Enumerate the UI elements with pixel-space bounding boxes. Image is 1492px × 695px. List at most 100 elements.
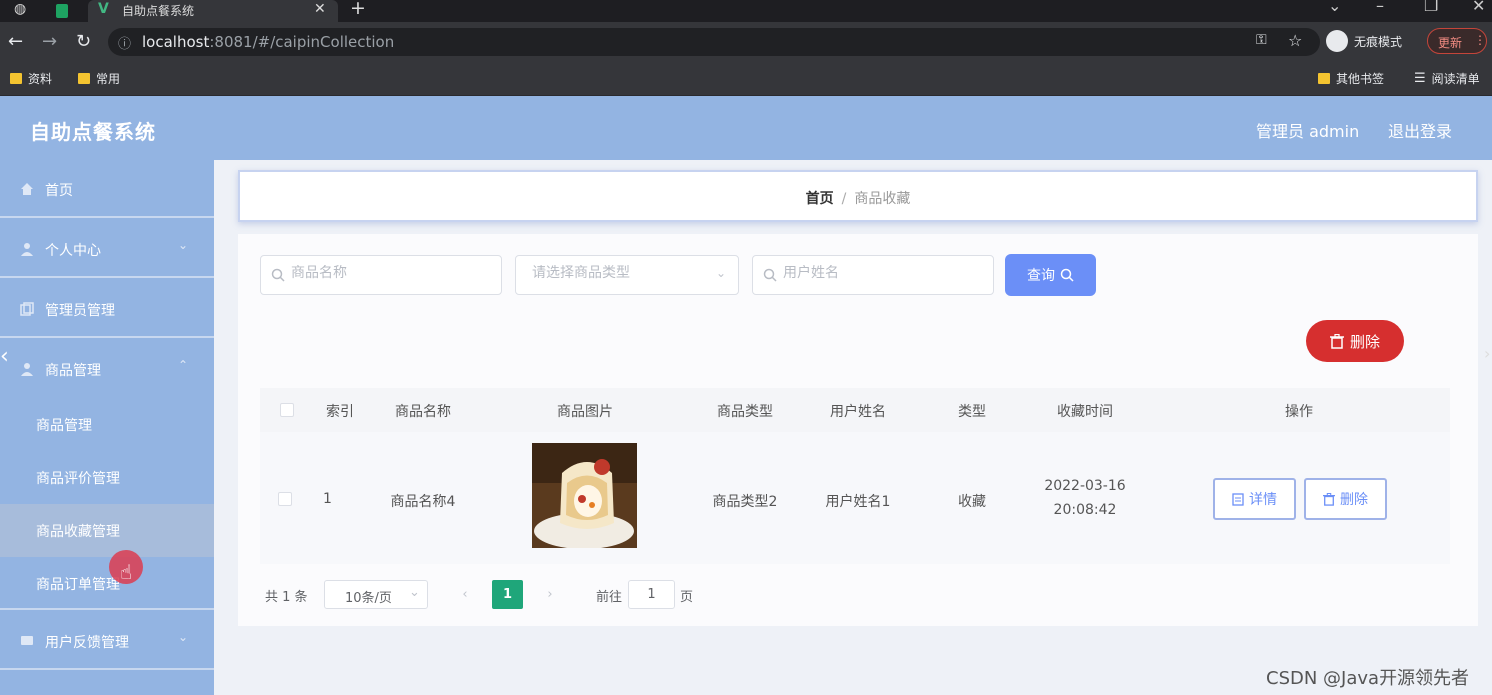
detail-button[interactable]: 详情 bbox=[1213, 478, 1296, 520]
browser-tab-active[interactable]: V 自助点餐系统 ✕ bbox=[88, 0, 338, 22]
next-page-icon[interactable]: › bbox=[536, 580, 564, 609]
copy-icon bbox=[20, 302, 34, 316]
chevron-down-icon: ⌄ bbox=[178, 630, 189, 644]
query-button[interactable]: 查询 bbox=[1005, 254, 1096, 296]
app-header: 自助点餐系统 管理员 admin 退出登录 bbox=[0, 96, 1492, 160]
sidebar-subitem-goods[interactable]: 商品管理 bbox=[0, 398, 214, 451]
row-checkbox[interactable] bbox=[278, 492, 292, 506]
goods-name-search[interactable] bbox=[260, 255, 502, 295]
bulk-delete-label: 删除 bbox=[1349, 332, 1380, 351]
column-header: 商品类型 bbox=[717, 404, 773, 420]
folder-icon bbox=[1318, 73, 1330, 84]
row-kind: 收藏 bbox=[958, 494, 986, 510]
sidebar-subitem-orders[interactable]: 商品订单管理 bbox=[0, 557, 214, 610]
sidebar-item-feedback[interactable]: 用户反馈管理 ⌄ bbox=[0, 612, 214, 670]
row-goods-type: 商品类型2 bbox=[712, 494, 778, 510]
select-all-checkbox[interactable] bbox=[280, 403, 294, 417]
reading-list[interactable]: ☰ 阅读清单 bbox=[1414, 70, 1480, 87]
chevron-down-icon: ⌄ bbox=[715, 266, 726, 280]
reload-icon[interactable]: ↻ bbox=[76, 31, 91, 52]
chat-icon bbox=[21, 636, 33, 645]
column-header: 类型 bbox=[958, 404, 986, 420]
other-bookmarks[interactable]: 其他书签 bbox=[1318, 70, 1384, 87]
sidebar-subitem-collections[interactable]: 商品收藏管理 bbox=[0, 504, 214, 557]
forward-icon[interactable]: → bbox=[42, 31, 57, 52]
tab-close-icon[interactable]: ✕ bbox=[314, 1, 326, 17]
bookmarks-bar: 资料 常用 其他书签 ☰ 阅读清单 bbox=[0, 62, 1492, 96]
more-menu-icon[interactable]: ⋮ bbox=[1474, 33, 1486, 47]
user-name-input[interactable] bbox=[783, 265, 963, 281]
trash-icon bbox=[1329, 333, 1344, 349]
prev-page-icon[interactable]: ‹ bbox=[451, 580, 479, 609]
row-user-name: 用户姓名1 bbox=[825, 494, 891, 510]
new-tab-icon[interactable]: + bbox=[350, 0, 366, 19]
incognito-label: 无痕模式 bbox=[1354, 34, 1403, 49]
row-index: 1 bbox=[323, 491, 332, 507]
sheets-tab-icon[interactable] bbox=[56, 4, 68, 18]
bookmark-folder-0[interactable]: 资料 bbox=[10, 70, 52, 87]
sidebar-subitem-label: 商品管理 bbox=[36, 418, 92, 434]
column-header: 索引 bbox=[326, 404, 354, 420]
column-header: 用户姓名 bbox=[830, 404, 886, 420]
watermark: CSDN @Java开源领先者 bbox=[1266, 668, 1470, 689]
page-size-select[interactable]: 10条/页 ⌄ bbox=[324, 580, 428, 609]
url-text: localhost:8081/#/caipinCollection bbox=[142, 33, 395, 51]
folder-icon bbox=[78, 73, 90, 84]
breadcrumb-home[interactable]: 首页 bbox=[806, 191, 834, 207]
key-icon[interactable]: ⚿ bbox=[1256, 32, 1267, 48]
column-header: 商品名称 bbox=[395, 404, 451, 420]
star-icon[interactable]: ☆ bbox=[1288, 31, 1302, 50]
user-name-search[interactable] bbox=[752, 255, 994, 295]
bookmark-label: 常用 bbox=[96, 72, 121, 86]
breadcrumb-separator: / bbox=[841, 191, 847, 207]
incognito-indicator[interactable]: 无痕模式 bbox=[1326, 30, 1402, 52]
bookmark-folder-1[interactable]: 常用 bbox=[78, 70, 120, 87]
goto-page-input[interactable]: 1 bbox=[628, 580, 675, 609]
chevron-left-icon[interactable]: ‹ bbox=[0, 344, 9, 369]
chevron-down-icon: ⌄ bbox=[178, 238, 189, 252]
cake-image bbox=[532, 443, 637, 548]
search-icon bbox=[763, 268, 777, 282]
search-icon bbox=[271, 268, 285, 282]
update-label: 更新 bbox=[1438, 36, 1463, 50]
window-close-icon[interactable]: ✕ bbox=[1472, 0, 1485, 15]
info-icon[interactable]: ⓘ bbox=[118, 33, 131, 52]
row-delete-button[interactable]: 删除 bbox=[1304, 478, 1387, 520]
sidebar-item-goods[interactable]: 商品管理 ⌃ bbox=[0, 340, 214, 398]
browser-tab-bar: ◍ V 自助点餐系统 ✕ + ⌄ – ❐ ✕ bbox=[0, 0, 1492, 22]
sidebar-item-home[interactable]: 首页 bbox=[0, 160, 214, 218]
row-time: 20:08:42 bbox=[1053, 502, 1117, 518]
search-icon bbox=[1060, 268, 1074, 282]
detail-label: 详情 bbox=[1249, 492, 1277, 508]
row-date: 2022-03-16 bbox=[1044, 478, 1126, 494]
sidebar-item-profile[interactable]: 个人中心 ⌄ bbox=[0, 220, 214, 278]
goods-type-input[interactable] bbox=[532, 265, 712, 281]
chevron-right-icon[interactable]: › bbox=[1484, 344, 1490, 363]
globe-icon[interactable]: ◍ bbox=[14, 1, 26, 17]
sidebar-item-label: 管理员管理 bbox=[45, 303, 115, 319]
address-bar[interactable]: ⓘ localhost:8081/#/caipinCollection ⚿ ☆ bbox=[108, 28, 1320, 56]
page-unit-label: 页 bbox=[680, 590, 694, 605]
sidebar-subitem-reviews[interactable]: 商品评价管理 bbox=[0, 451, 214, 504]
tab-title: 自助点餐系统 bbox=[122, 4, 195, 18]
sidebar: 首页 个人中心 ⌄ 管理员管理 商品管理 ⌃ 商品管理 商品评价管理 商品收藏管… bbox=[0, 160, 214, 695]
bulk-delete-button[interactable]: 删除 bbox=[1306, 320, 1404, 362]
breadcrumb: 首页 / 商品收藏 bbox=[238, 170, 1478, 222]
sidebar-item-label: 商品管理 bbox=[45, 363, 101, 379]
sidebar-subitem-label: 商品评价管理 bbox=[36, 471, 120, 487]
logout-link[interactable]: 退出登录 bbox=[1388, 118, 1452, 142]
back-icon[interactable]: ← bbox=[8, 31, 23, 52]
goods-type-select[interactable]: ⌄ bbox=[515, 255, 739, 295]
restore-icon[interactable]: ❐ bbox=[1424, 0, 1438, 15]
sidebar-subitem-label: 商品订单管理 bbox=[36, 577, 120, 593]
update-button[interactable]: 更新 ⋮ bbox=[1427, 28, 1487, 54]
goods-name-input[interactable] bbox=[291, 265, 471, 281]
sidebar-item-admin[interactable]: 管理员管理 bbox=[0, 280, 214, 338]
minimize-icon[interactable]: – bbox=[1376, 0, 1384, 15]
page-size-value: 10条/页 bbox=[345, 591, 392, 606]
goods-image bbox=[532, 443, 637, 548]
vue-logo-icon: V bbox=[98, 1, 109, 17]
tab-search-icon[interactable]: ⌄ bbox=[1328, 0, 1341, 15]
page-number-active[interactable]: 1 bbox=[492, 580, 523, 609]
home-icon bbox=[21, 183, 33, 195]
